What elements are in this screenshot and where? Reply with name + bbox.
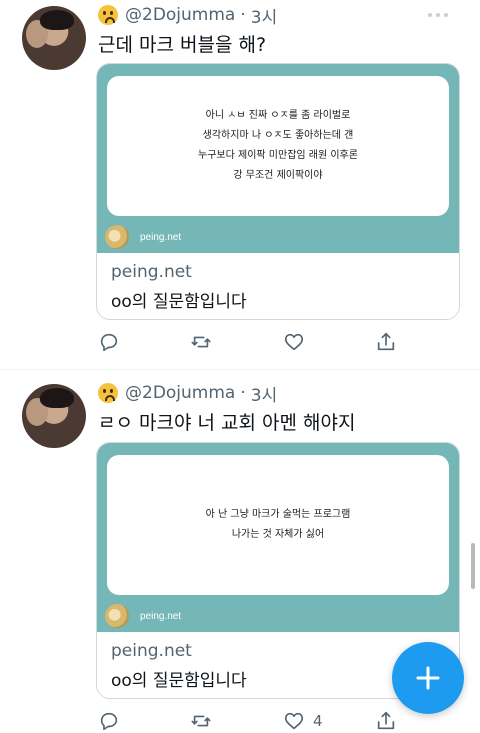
link-card[interactable]: 아니 ㅅㅂ 진짜 ㅇㅈ를 좀 라이벌로 생각하지마 나 ㅇㅈ도 좋아하는데 걘 … (96, 63, 460, 320)
card-domain: peing.net (111, 262, 192, 282)
tweet-text: 근데 마크 버블을 해? (98, 34, 267, 56)
timestamp[interactable]: 3시 (251, 381, 277, 406)
tweet[interactable]: @2Dojumma · 3시 근데 마크 버블을 해? 아니 ㅅㅂ 진짜 ㅇㅈ를… (0, 0, 480, 369)
heart-icon (284, 333, 304, 351)
tweet-actions: 4 (98, 709, 408, 733)
peing-label: peing.net (140, 231, 182, 243)
peing-logo (105, 604, 129, 628)
separator: · (240, 5, 246, 25)
avatar[interactable] (22, 384, 86, 448)
like-count: 4 (313, 712, 323, 730)
card-title: oo의 질문함입니다 (111, 292, 247, 312)
timestamp[interactable]: 3시 (251, 3, 277, 28)
plus-icon (416, 666, 440, 690)
tweet-header: @2Dojumma · 3시 (98, 2, 277, 28)
question-box: 아니 ㅅㅂ 진짜 ㅇㅈ를 좀 라이벌로 생각하지마 나 ㅇㅈ도 좋아하는데 걘 … (107, 76, 449, 216)
tweet-actions (98, 330, 408, 354)
avatar[interactable] (22, 6, 86, 70)
reply-button[interactable] (98, 709, 120, 733)
card-image: 아니 ㅅㅂ 진짜 ㅇㅈ를 좀 라이벌로 생각하지마 나 ㅇㅈ도 좋아하는데 걘 … (97, 64, 459, 253)
like-button[interactable] (283, 330, 313, 354)
avatar-hair (40, 10, 74, 30)
worried-face-emoji (98, 5, 118, 25)
worried-face-emoji (98, 383, 118, 403)
retweet-button[interactable] (190, 709, 212, 733)
reply-button[interactable] (98, 330, 120, 354)
peing-logo (105, 225, 129, 249)
tweet-divider (0, 369, 480, 370)
question-line: 누구보다 제이팍 미만잡임 래원 이후론 (198, 150, 358, 161)
handle[interactable]: @2Dojumma (125, 5, 235, 25)
retweet-button[interactable] (190, 330, 212, 354)
reply-icon (100, 333, 118, 352)
question-line: 나가는 것 자체가 싫어 (231, 529, 325, 540)
card-footer: peing.net oo의 질문함입니다 (97, 253, 459, 319)
compose-button[interactable] (392, 642, 464, 714)
separator: · (240, 383, 246, 403)
question-line: 생각하지마 나 ㅇㅈ도 좋아하는데 걘 (202, 130, 354, 141)
more-options-icon[interactable] (428, 5, 448, 25)
tweet-text: ㄹㅇ 마크야 너 교회 아멘 해야지 (98, 412, 356, 434)
like-button[interactable]: 4 (283, 709, 323, 733)
peing-watermark: peing.net (105, 225, 181, 249)
tweet-header: @2Dojumma · 3시 (98, 380, 277, 406)
question-line: 아니 ㅅㅂ 진짜 ㅇㅈ를 좀 라이벌로 (205, 110, 351, 121)
card-title: oo의 질문함입니다 (111, 671, 247, 691)
question-line: 아 난 그냥 마크가 술먹는 프로그램 (205, 509, 351, 520)
question-line: 강 무조건 제이팍이야 (233, 170, 323, 181)
avatar-hair (40, 388, 74, 408)
card-image: 아 난 그냥 마크가 술먹는 프로그램 나가는 것 자체가 싫어 peing.n… (97, 443, 459, 632)
share-button[interactable] (375, 330, 397, 354)
retweet-icon (191, 336, 211, 348)
scrollbar[interactable] (471, 543, 475, 589)
share-button[interactable] (375, 709, 397, 733)
card-domain: peing.net (111, 641, 192, 661)
question-box: 아 난 그냥 마크가 술먹는 프로그램 나가는 것 자체가 싫어 (107, 455, 449, 595)
handle[interactable]: @2Dojumma (125, 383, 235, 403)
share-icon (377, 332, 395, 351)
peing-label: peing.net (140, 610, 182, 622)
peing-watermark: peing.net (105, 604, 181, 628)
